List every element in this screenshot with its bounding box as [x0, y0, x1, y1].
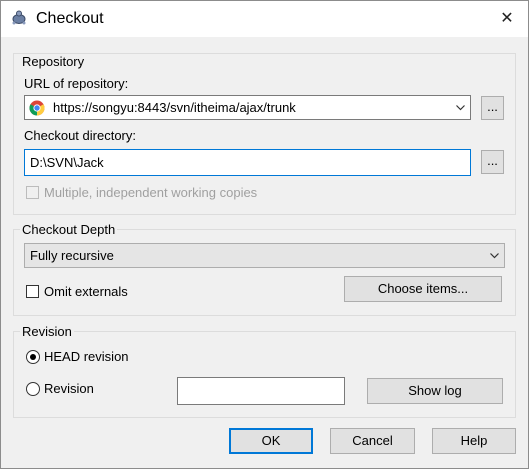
head-revision-label[interactable]: HEAD revision [44, 349, 129, 364]
multiple-copies-label: Multiple, independent working copies [44, 185, 258, 200]
revision-label[interactable]: Revision [44, 381, 94, 396]
url-label: URL of repository: [24, 76, 129, 91]
checkout-directory-value: D:\SVN\Jack [30, 155, 104, 170]
depth-dropdown[interactable]: Fully recursive [24, 243, 505, 268]
directory-browse-button[interactable]: ... [481, 150, 504, 174]
repository-group-label: Repository [20, 54, 87, 69]
cancel-button[interactable]: Cancel [330, 428, 415, 454]
title-bar: Checkout ✕ [1, 1, 528, 37]
ok-button[interactable]: OK [229, 428, 313, 454]
url-combobox[interactable]: https://songyu:8443/svn/itheima/ajax/tru… [24, 95, 471, 120]
url-browse-button[interactable]: ... [481, 96, 504, 120]
chrome-icon [29, 100, 45, 116]
show-log-button[interactable]: Show log [367, 378, 503, 404]
chevron-down-icon[interactable] [456, 104, 465, 111]
head-revision-radio[interactable] [26, 350, 40, 364]
checkout-directory-input[interactable]: D:\SVN\Jack [24, 149, 471, 176]
checkout-depth-group-label: Checkout Depth [20, 222, 118, 237]
revision-radio[interactable] [26, 382, 40, 396]
help-button[interactable]: Help [432, 428, 516, 454]
svn-turtle-icon [12, 10, 26, 25]
depth-selected-value: Fully recursive [30, 248, 114, 263]
close-icon[interactable]: ✕ [490, 5, 524, 33]
radio-selected-dot [30, 354, 36, 360]
multiple-copies-checkbox [26, 186, 39, 199]
revision-group-label: Revision [20, 324, 74, 339]
checkout-dialog: Checkout ✕ Repository URL of repository:… [0, 0, 529, 469]
chevron-down-icon[interactable] [490, 252, 499, 259]
window-title: Checkout [36, 10, 104, 27]
choose-items-button[interactable]: Choose items... [344, 276, 502, 302]
revision-input[interactable] [177, 377, 345, 405]
url-value: https://songyu:8443/svn/itheima/ajax/tru… [53, 100, 296, 115]
omit-externals-checkbox[interactable] [26, 285, 39, 298]
checkout-directory-label: Checkout directory: [24, 128, 136, 143]
omit-externals-label[interactable]: Omit externals [44, 284, 128, 299]
